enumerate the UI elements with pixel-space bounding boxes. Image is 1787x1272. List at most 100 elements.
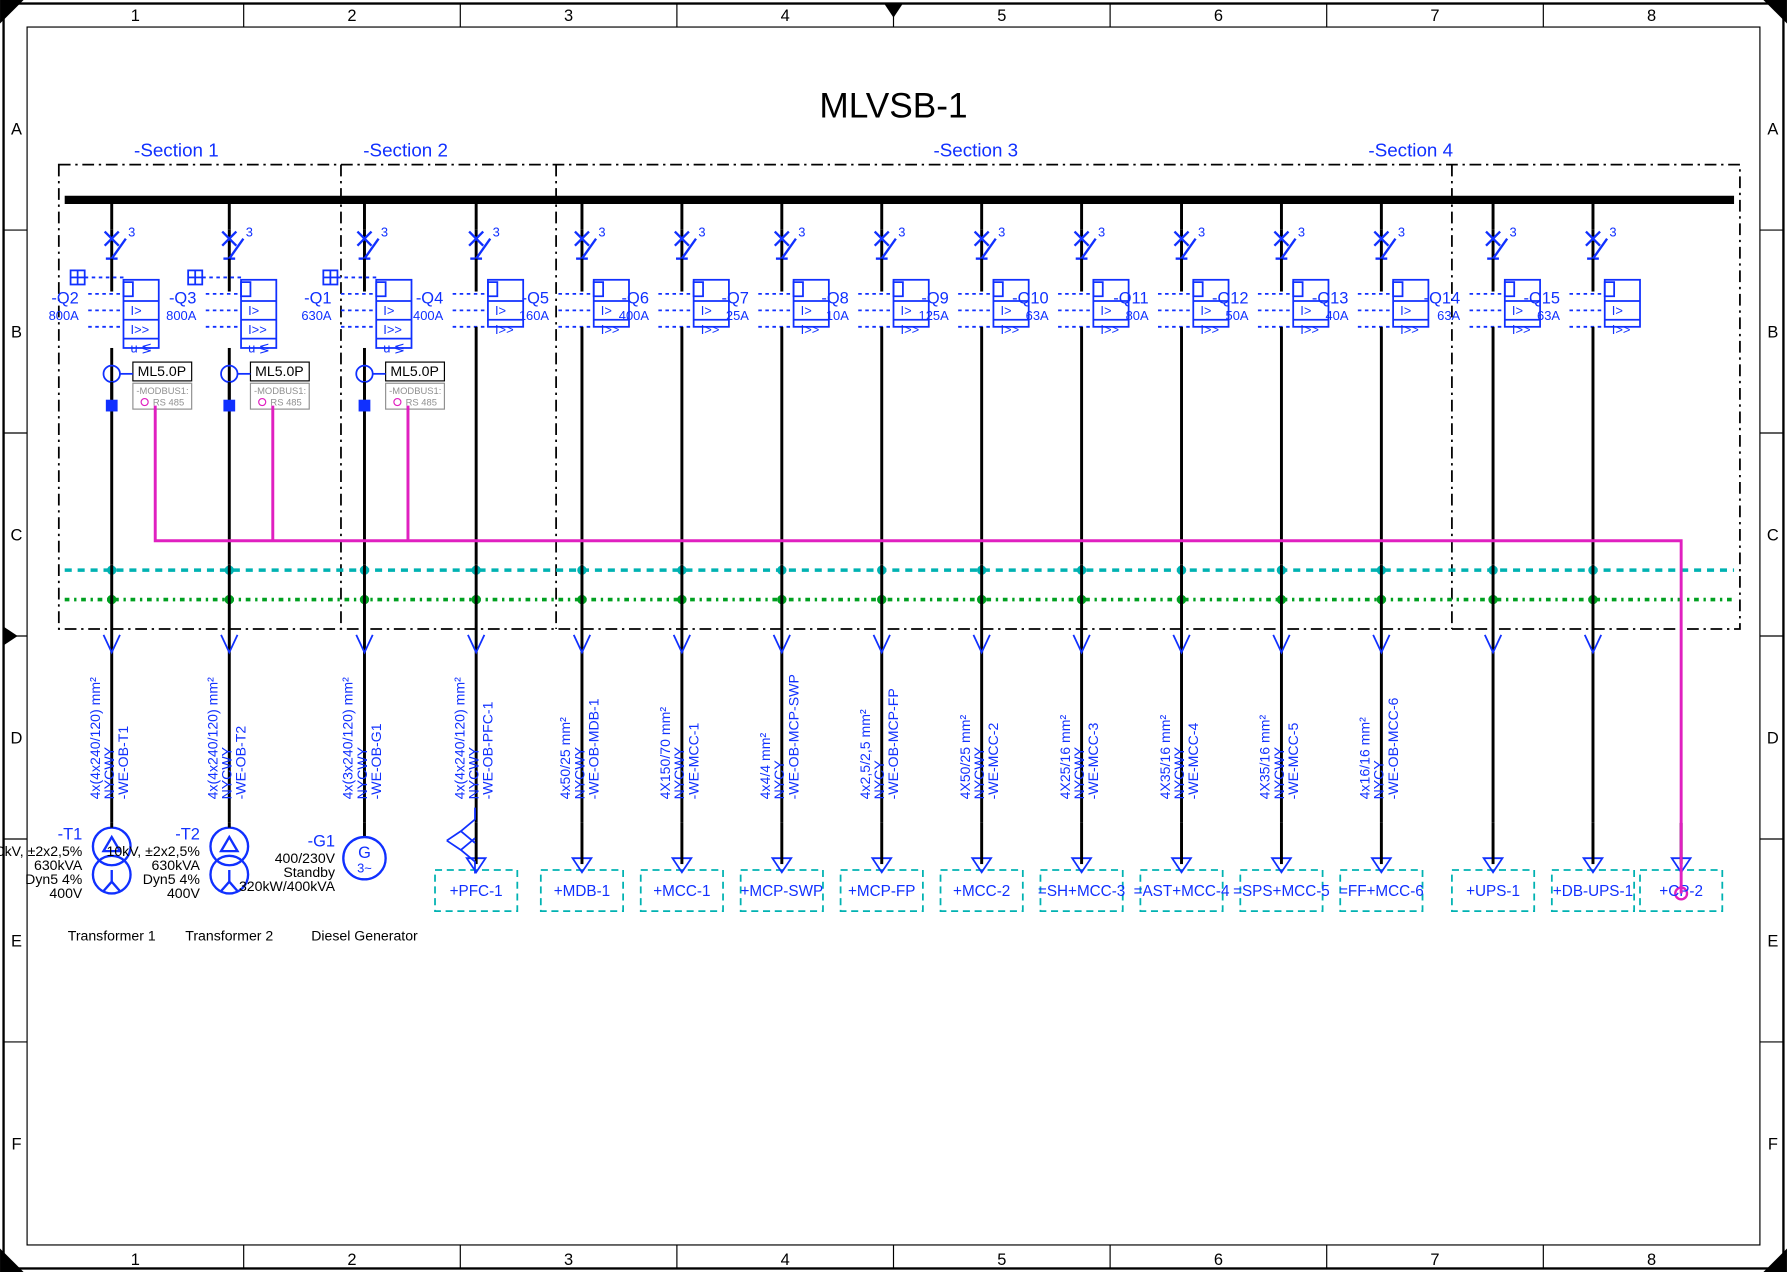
- transformer-name: Transformer 1: [68, 927, 156, 943]
- feeder-id: -WE-OB-T1: [115, 726, 131, 800]
- breaker-rating: 800A: [49, 308, 80, 323]
- ruler-row-label: A: [1767, 120, 1778, 138]
- feeder-cable-size: 4x2,5/2,5 mm²: [857, 709, 873, 799]
- breaker-id: -Q13: [1312, 289, 1349, 307]
- meter-label: ML5.0P: [255, 363, 304, 379]
- feeder-cable-size: 4X50/25 mm²: [957, 715, 973, 800]
- ruler-col-label: 8: [1647, 1251, 1656, 1269]
- modbus-text: RS 485: [406, 397, 437, 408]
- outer-frame: [4, 4, 1784, 1269]
- feeder-id: -WE-OB-MCP-FP: [885, 688, 901, 799]
- load-label: =AST+MCC-4: [1134, 883, 1230, 900]
- section-label: -Section 1: [134, 139, 219, 160]
- ruler-col-label: 4: [781, 1251, 790, 1269]
- generator: G3~-G1400/230VStandby320kW/400kVADiesel …: [239, 823, 418, 944]
- feeder-cable-size: 4X150/70 mm²: [657, 707, 673, 800]
- modbus-pre: -MODBUS1:: [389, 385, 441, 396]
- breaker-q5: 3I>I>>-Q5160A: [519, 200, 629, 823]
- prot-row: I>>: [131, 322, 150, 337]
- modbus-pre: -MODBUS1:: [254, 385, 306, 396]
- feeder-cable-type: NYCWY: [1171, 746, 1187, 799]
- transformers: -T110kV, ±2x2,5%630kVADyn5 4%400VTransfo…: [0, 823, 273, 944]
- feeder-id: -WE-MCC-5: [1285, 723, 1301, 800]
- breaker-id: -Q7: [721, 289, 748, 307]
- feeder-id: -WE-OB-G1: [368, 723, 384, 799]
- prot-row: I>>: [601, 322, 620, 337]
- feeder-id: -WE-OB-MCC-6: [1385, 697, 1401, 799]
- prot-row: I>>: [1300, 322, 1319, 337]
- single-line-diagram: 1122334455667788 AABBCCDDEEFF MLVSB-1 -S…: [0, 0, 1787, 1272]
- feeder-cable-type: NYCWY: [101, 746, 117, 799]
- breaker-id: -Q12: [1212, 289, 1249, 307]
- feeder-cable-type: NYCWY: [466, 746, 482, 799]
- breaker-id: -Q1: [304, 289, 331, 307]
- feeder-id: -WE-OB-T2: [233, 726, 249, 800]
- load-label: +PFC-1: [450, 883, 503, 900]
- feeder-cable-size: 4X35/16 mm²: [1257, 715, 1273, 800]
- terminal: [106, 400, 118, 412]
- ruler-col-label: 1: [131, 7, 140, 25]
- phase-count: 3: [998, 224, 1005, 239]
- prot-row: I>: [131, 303, 142, 318]
- breaker-q7: 3I>I>>-Q725A: [721, 200, 828, 823]
- feeder-cable-size: 4X25/16 mm²: [1057, 715, 1073, 800]
- transformer-id: -T2: [175, 825, 200, 843]
- section-label: -Section 3: [933, 139, 1018, 160]
- ruler-row-label: C: [1767, 526, 1779, 544]
- load-label: +MCP-SWP: [740, 883, 823, 900]
- generator-phases: 3~: [357, 860, 372, 875]
- feeder-id: -WE-MCC-4: [1185, 723, 1201, 800]
- transformer-id: -T1: [58, 825, 83, 843]
- breaker-rating: 125A: [919, 308, 950, 323]
- feeder-labels: +DB-UPS-1: [1552, 823, 1634, 911]
- ruler-col-label: 6: [1214, 7, 1223, 25]
- feeder-id: -WE-OB-MCP-SWP: [785, 674, 801, 799]
- breaker-id: -Q8: [821, 289, 848, 307]
- diagram-title: MLVSB-1: [819, 87, 967, 126]
- phase-count: 3: [798, 224, 805, 239]
- ruler-row-label: D: [1767, 729, 1779, 747]
- phase-count: 3: [1510, 224, 1517, 239]
- feeder-cable-type: NYCWY: [671, 746, 687, 799]
- ruler-row-label: E: [1767, 932, 1778, 950]
- feeder-id: -WE-OB-PFC-1: [480, 701, 496, 799]
- breaker-rating: 25A: [726, 308, 749, 323]
- phase-count: 3: [1298, 224, 1305, 239]
- ruler-row-label: E: [11, 932, 22, 950]
- prot-row: I>>: [1100, 322, 1119, 337]
- breaker-rating: 40A: [1325, 308, 1348, 323]
- breaker-rating: 800A: [166, 308, 197, 323]
- load-label: +MCC-1: [653, 883, 710, 900]
- prot-row: I>: [1000, 303, 1011, 318]
- prot-row: I>>: [495, 322, 514, 337]
- breaker-id: -Q5: [522, 289, 549, 307]
- phase-count: 3: [381, 224, 388, 239]
- breaker-id: -Q10: [1012, 289, 1049, 307]
- breaker-id: -Q14: [1424, 289, 1461, 307]
- ruler-col-label: 2: [347, 1251, 356, 1269]
- prot-row: I>>: [1000, 322, 1019, 337]
- load-label: +DB-UPS-1: [1553, 883, 1633, 900]
- feeder-id: -WE-MCC-2: [985, 723, 1001, 800]
- prot-row: I>: [248, 303, 259, 318]
- ruler-row-label: B: [11, 323, 22, 341]
- meter-label: ML5.0P: [390, 363, 439, 379]
- feeder-cable-type: NYCY: [871, 760, 887, 800]
- breaker-q15: 3I>I>>-Q1563A: [1524, 200, 1640, 823]
- ruler-row-label: C: [11, 526, 23, 544]
- prot-row: I>: [801, 303, 812, 318]
- load-label: +UPS-1: [1466, 883, 1520, 900]
- feeder-cable-size: 4x50/25 mm²: [557, 717, 573, 800]
- breaker-id: -Q15: [1524, 289, 1561, 307]
- prot-row: I>: [1400, 303, 1411, 318]
- prot-row: I>>: [1400, 322, 1419, 337]
- feeder-cable-size: 4x(4x240/120) mm²: [205, 677, 221, 799]
- ruler-columns: 1122334455667788: [131, 4, 1656, 1269]
- breaker-rating: 160A: [519, 308, 550, 323]
- generator-spec: 320kW/400kVA: [239, 878, 336, 894]
- load-label: +MCP-FP: [848, 883, 915, 900]
- ruler-row-label: F: [11, 1135, 21, 1153]
- breaker-q8: 3I>I>>-Q810A: [821, 200, 928, 823]
- feeder-id: -WE-MCC-1: [685, 723, 701, 800]
- breaker-rating: 80A: [1126, 308, 1149, 323]
